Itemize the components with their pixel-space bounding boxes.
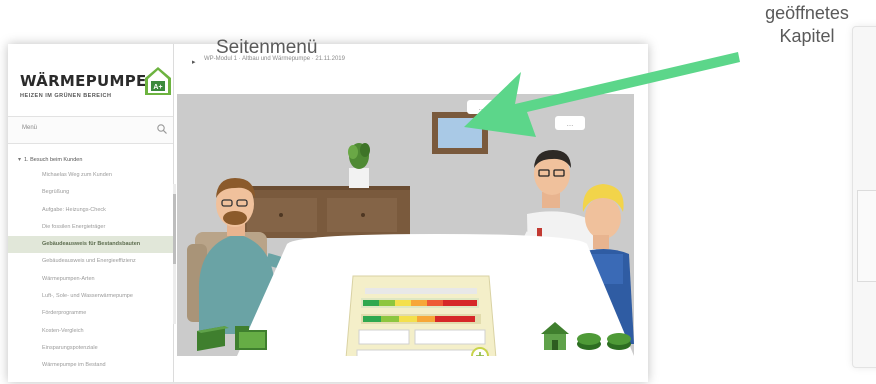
- chapter-list: ▾ 1. Besuch beim Kunden Michaelas Weg zu…: [8, 154, 173, 375]
- scene-footer: [177, 356, 634, 382]
- background-card-slot: [857, 190, 876, 282]
- svg-text:…: …: [567, 121, 574, 128]
- annotation-side-menu: Seitenmenü: [216, 37, 318, 58]
- stack-icon[interactable]: [577, 333, 601, 350]
- speech-bubble-right: …: [555, 116, 585, 130]
- nav-item-label: Luft-, Sole- und Wasserwärmepumpe: [42, 293, 133, 300]
- chapter-heading[interactable]: ▾ 1. Besuch beim Kunden: [8, 154, 173, 167]
- logo-house-icon: A+: [145, 67, 171, 95]
- nav-item-label: Einsparungspotenziale: [42, 344, 98, 351]
- logo: WÄRMEPUMPE HEIZEN IM GRÜNEN BEREICH A+: [20, 66, 171, 106]
- search-icon[interactable]: [156, 123, 168, 135]
- course-window: WÄRMEPUMPE HEIZEN IM GRÜNEN BEREICH A+ M…: [8, 44, 648, 382]
- svg-text:…: …: [479, 105, 486, 112]
- nav-item-label: Förderprogramme: [42, 310, 87, 317]
- nav-item-label: Wärmepumpe im Bestand: [42, 362, 106, 369]
- chapter-heading-label: 1. Besuch beim Kunden: [24, 157, 83, 163]
- speech-bubble-left: …: [467, 100, 497, 114]
- nav-item-label: Gebäudeausweis für Bestandsbauten: [42, 241, 141, 248]
- sidebar: WÄRMEPUMPE HEIZEN IM GRÜNEN BEREICH A+ M…: [8, 44, 174, 382]
- chevron-down-icon: ▾: [18, 157, 22, 163]
- logo-subtitle: HEIZEN IM GRÜNEN BEREICH: [20, 93, 112, 99]
- nav-item[interactable]: Wärmepumpen-Arten: [8, 271, 173, 288]
- nav-item[interactable]: Aufgabe: Heizungs-Check: [8, 202, 173, 219]
- nav-item-label: Begrüßung: [42, 189, 70, 196]
- wall-picture: [432, 112, 488, 154]
- nav-item[interactable]: Kosten-Vergleich: [8, 323, 173, 340]
- sideboard: [235, 186, 410, 238]
- nav-item[interactable]: Luft-, Sole- und Wasserwärmepumpe: [8, 288, 173, 305]
- nav-item[interactable]: Wärmepumpe im Bestand: [8, 357, 173, 374]
- nav-item[interactable]: Gebäudeausweis und Energieeffizienz: [8, 253, 173, 270]
- nav-item-label: Die fossilen Energieträger: [42, 223, 106, 230]
- nav-item[interactable]: Michaelas Weg zum Kunden: [8, 167, 173, 184]
- menu-search[interactable]: Menü: [8, 116, 173, 144]
- logo-badge: A+: [153, 84, 162, 91]
- menu-search-label: Menü: [22, 125, 38, 131]
- nav-item[interactable]: Einsparungspotenziale: [8, 340, 173, 357]
- nav-item-label: Kosten-Vergleich: [42, 327, 84, 334]
- nav-item[interactable]: Förderprogramme: [8, 305, 173, 322]
- sidebar-scrollbar-thumb[interactable]: [173, 194, 176, 264]
- nav-item-label: Aufgabe: Heizungs-Check: [42, 206, 106, 213]
- energy-certificate: [345, 275, 497, 356]
- chevron-left-icon[interactable]: ▸: [192, 58, 196, 66]
- stack-icon[interactable]: [607, 333, 631, 350]
- nav-item-label: Michaelas Weg zum Kunden: [42, 172, 112, 178]
- nav-item-active[interactable]: Gebäudeausweis für Bestandsbauten: [8, 236, 173, 254]
- annotation-open-chapter-line1: geöffnetes: [765, 3, 849, 23]
- annotation-open-chapter-line2: Kapitel: [779, 26, 835, 46]
- nav-item[interactable]: Die fossilen Energieträger: [8, 219, 173, 236]
- annotation-open-chapter: geöffnetes Kapitel: [738, 2, 876, 48]
- scene-illustration: … …: [177, 94, 634, 356]
- logo-title: WÄRMEPUMPE: [20, 72, 147, 90]
- nav-item-label: Gebäudeausweis und Energieeffizienz: [42, 258, 136, 265]
- nav-item-label: Wärmepumpen-Arten: [42, 275, 95, 282]
- nav-item[interactable]: Begrüßung: [8, 184, 173, 201]
